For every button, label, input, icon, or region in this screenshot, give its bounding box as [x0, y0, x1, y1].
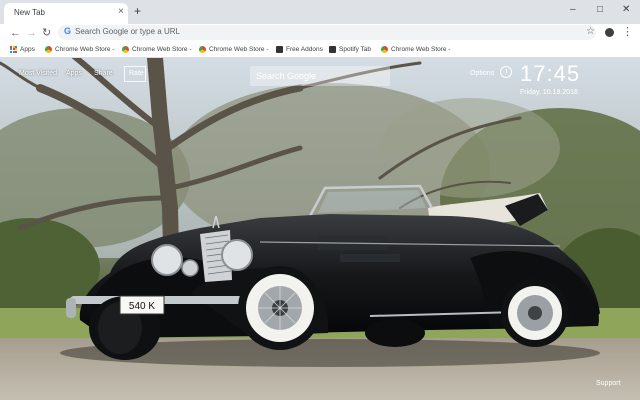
ntp-search-input[interactable]: Search Google	[256, 71, 316, 81]
bookmark-chrome-web-store-4[interactable]: Chrome Web Store -	[381, 43, 450, 55]
minimize-icon[interactable]: –	[570, 4, 576, 15]
bookmark-star-icon[interactable]: ☆	[586, 26, 595, 37]
front-bumper	[70, 296, 260, 304]
headlight-right	[221, 239, 253, 271]
browser-toolbar: ← → ↻ G Search Google or type a URL ☆ ⋮	[0, 24, 640, 42]
background-photo: 540 K	[0, 58, 640, 400]
tab-title: New Tab	[14, 8, 45, 17]
bookmark-label: Chrome Web Store -	[209, 45, 269, 53]
bookmark-label: Spotify Tab	[339, 45, 372, 53]
headlight-left	[151, 244, 183, 276]
bookmark-label: Free Addons	[286, 45, 323, 53]
rear-wheel	[501, 279, 569, 347]
omnibox[interactable]: G Search Google or type a URL	[58, 25, 596, 40]
rate-label: Rate	[129, 70, 144, 77]
bookmark-chrome-web-store-3[interactable]: Chrome Web Store -	[199, 43, 268, 55]
front-right-wheel	[238, 266, 322, 350]
bookmark-chrome-web-store-2[interactable]: Chrome Web Store -	[122, 43, 191, 55]
clock-time: 17:45	[520, 61, 581, 86]
forward-arrow-icon[interactable]: →	[26, 26, 37, 40]
reload-icon[interactable]: ↻	[42, 26, 51, 40]
support-link[interactable]: Support	[596, 380, 621, 387]
share-link[interactable]: Share	[94, 70, 113, 77]
account-avatar-icon[interactable]	[605, 28, 614, 37]
ntp-search-box[interactable]: Search Google	[250, 66, 390, 86]
bookmark-spotify-tab[interactable]: Spotify Tab	[329, 43, 371, 55]
chrome-web-store-icon	[381, 45, 388, 53]
chrome-web-store-icon	[122, 45, 129, 53]
bookmark-label: Chrome Web Store -	[132, 45, 192, 53]
menu-dots-icon[interactable]: ⋮	[622, 25, 633, 38]
clock-date: Friday, 10.19.2018	[520, 89, 578, 96]
bookmark-icon	[329, 45, 336, 53]
back-arrow-icon[interactable]: ←	[10, 26, 21, 40]
license-plate-text: 540 K	[129, 301, 155, 312]
omnibox-input[interactable]: Search Google or type a URL	[75, 27, 180, 36]
google-g-icon: G	[64, 26, 72, 36]
bookmark-label: Apps	[20, 45, 35, 53]
chrome-web-store-icon	[45, 45, 52, 53]
close-window-icon[interactable]: ✕	[622, 4, 630, 15]
apps-link[interactable]: Apps	[66, 70, 82, 77]
new-tab-button[interactable]: +	[134, 4, 141, 18]
rate-button[interactable]: Rate	[124, 66, 146, 82]
most-visited-link[interactable]: Most Visited	[19, 70, 57, 77]
tab-new-tab[interactable]: New Tab ×	[4, 3, 128, 24]
bookmark-icon	[276, 45, 283, 53]
bookmark-free-addons[interactable]: Free Addons	[276, 43, 323, 55]
bookmarks-bar: Apps Chrome Web Store - Chrome Web Store…	[0, 42, 640, 58]
bookmark-apps[interactable]: Apps	[10, 43, 35, 55]
close-tab-icon[interactable]: ×	[118, 6, 124, 17]
apps-grid-icon	[10, 45, 17, 53]
clock-icon	[500, 66, 512, 78]
new-tab-page: 540 K Most Visited Apps Share Rate Searc…	[0, 58, 640, 400]
tab-strip: New Tab × + – □ ✕	[0, 0, 640, 24]
options-link[interactable]: Options	[470, 70, 494, 77]
bookmark-label: Chrome Web Store -	[55, 45, 115, 53]
bookmark-chrome-web-store-1[interactable]: Chrome Web Store -	[45, 43, 114, 55]
maximize-icon[interactable]: □	[597, 4, 603, 15]
chrome-web-store-icon	[199, 45, 206, 53]
bookmark-label: Chrome Web Store -	[391, 45, 451, 53]
